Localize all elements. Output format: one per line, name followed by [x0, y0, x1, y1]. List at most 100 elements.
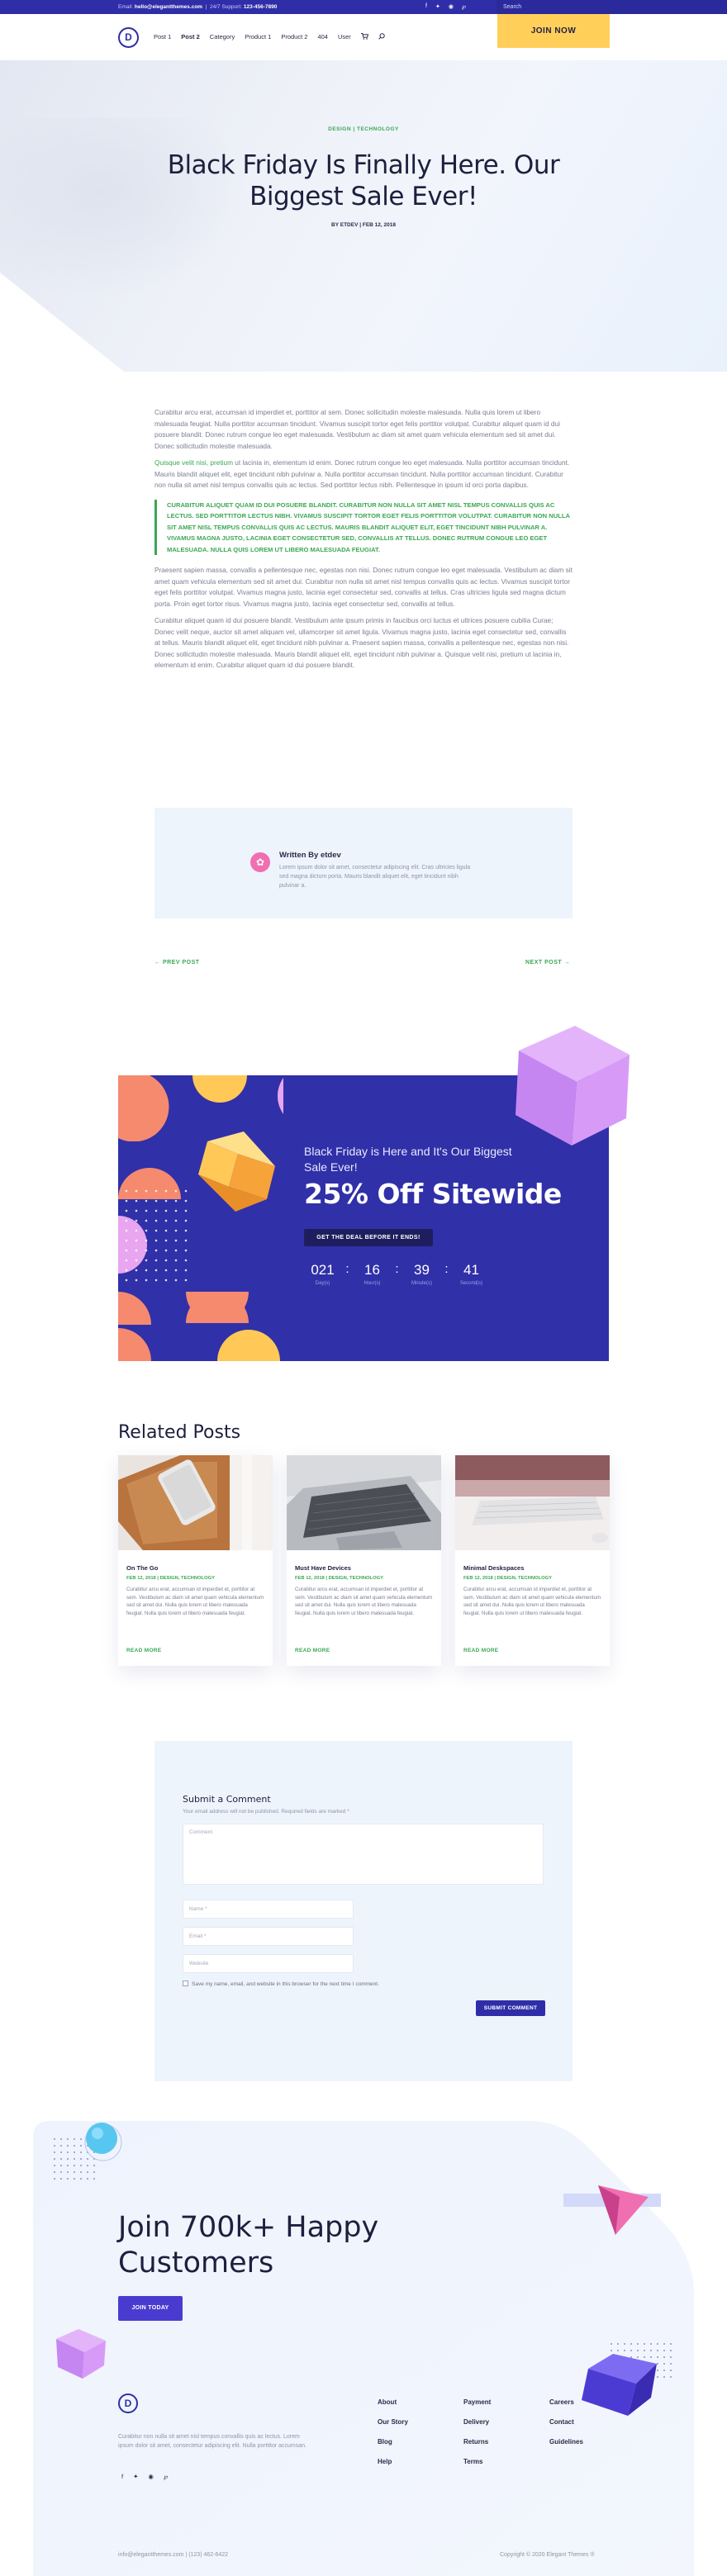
countdown-label: Day(s)	[315, 1281, 330, 1286]
website-field[interactable]: Website	[183, 1954, 354, 1973]
paragraph: Curabitur arcu erat, accumsan id imperdi…	[154, 408, 560, 450]
footer: Join 700k+ Happy Customers JOIN TODAY D …	[0, 2104, 727, 2576]
footer-link-about[interactable]: About	[378, 2393, 408, 2412]
footer-background	[33, 2121, 694, 2576]
instagram-icon[interactable]: ◉	[148, 2473, 154, 2480]
nav-item-post-1[interactable]: Post 1	[154, 33, 171, 41]
promo-subtitle: Black Friday is Here and It's Our Bigges…	[304, 1145, 512, 1174]
promo-decorative-shapes	[118, 1075, 283, 1361]
post-thumbnail[interactable]	[287, 1455, 441, 1550]
comment-textarea[interactable]: Comment	[183, 1824, 544, 1885]
footer-link-delivery[interactable]: Delivery	[463, 2412, 491, 2432]
post-content: Curabitur arcu erat, accumsan id imperdi…	[154, 407, 573, 677]
post-title[interactable]: On The Go	[126, 1564, 158, 1572]
search-input[interactable]: Search	[497, 0, 727, 14]
email-link[interactable]: hello@elegantthemes.com	[135, 4, 202, 10]
countdown-label: Hour(s)	[364, 1281, 381, 1286]
website-placeholder: Website	[189, 1961, 209, 1966]
main-nav: Post 1 Post 2 Category Product 1 Product…	[154, 33, 385, 41]
footer-link-payment[interactable]: Payment	[463, 2393, 491, 2412]
prev-post-link[interactable]: ← PREV POST	[154, 960, 200, 965]
email-label: Email:	[118, 4, 134, 10]
footer-link-terms[interactable]: Terms	[463, 2452, 491, 2472]
footer-link-careers[interactable]: Careers	[549, 2393, 583, 2412]
countdown-minutes: 39 Minute(s)	[403, 1262, 440, 1286]
get-deal-button[interactable]: GET THE DEAL BEFORE IT ENDS!	[304, 1229, 433, 1246]
submit-comment-button[interactable]: SUBMIT COMMENT	[476, 2000, 545, 2016]
nav-item-product-2[interactable]: Product 2	[281, 33, 307, 41]
footer-link-our-story[interactable]: Our Story	[378, 2412, 408, 2432]
nav-item-404[interactable]: 404	[317, 33, 328, 41]
purple-cube-icon	[516, 1026, 630, 1146]
save-info-checkbox[interactable]: Save my name, email, and website in this…	[183, 1981, 379, 1987]
paragraph: Quisque velit nisi, pretium ut lacinia i…	[154, 458, 573, 491]
related-post-card[interactable]: On The Go FEB 12, 2018 | DESIGN, TECHNOL…	[118, 1455, 273, 1666]
search-icon[interactable]	[378, 33, 385, 41]
pinterest-icon[interactable]: ℘	[462, 3, 466, 10]
page: Email: hello@elegantthemes.com | 24/7 Su…	[0, 0, 727, 2576]
countdown-seconds: 41 Second(s)	[453, 1262, 490, 1286]
name-field[interactable]: Name *	[183, 1900, 354, 1919]
footer-link-returns[interactable]: Returns	[463, 2432, 491, 2452]
post-title[interactable]: Minimal Deskspaces	[463, 1564, 524, 1572]
comment-form-note: Your email address will not be published…	[183, 1809, 349, 1815]
facebook-icon[interactable]: f	[425, 3, 427, 10]
nav-item-post-2[interactable]: Post 2	[181, 33, 200, 41]
author-bio: Lorem ipsum dolor sit amet, consectetur …	[279, 865, 471, 889]
read-more-link[interactable]: READ MORE	[126, 1648, 161, 1653]
post-category[interactable]: DESIGN | TECHNOLOGY	[0, 126, 727, 132]
twitter-icon[interactable]: ✦	[435, 3, 440, 10]
instagram-icon[interactable]: ◉	[449, 3, 454, 10]
footer-headline: Join 700k+ Happy Customers	[118, 2211, 379, 2279]
footer-links-col-2: Payment Delivery Returns Terms	[463, 2393, 491, 2472]
footer-link-contact[interactable]: Contact	[549, 2412, 583, 2432]
footer-link-help[interactable]: Help	[378, 2452, 408, 2472]
separator: |	[203, 4, 209, 10]
next-post-link[interactable]: NEXT POST →	[525, 960, 570, 965]
related-posts-title: Related Posts	[118, 1422, 241, 1443]
site-logo[interactable]: D	[118, 27, 139, 48]
countdown-separator: :	[395, 1262, 399, 1276]
join-now-button[interactable]: JOIN NOW	[497, 14, 610, 48]
comment-form: Submit a Comment Your email address will…	[154, 1741, 573, 2081]
yellow-cube-icon	[198, 1131, 275, 1212]
post-title: Black Friday Is Finally Here. Our Bigges…	[167, 150, 560, 211]
hero-angle-divider	[0, 273, 124, 372]
author-avatar: ✿	[250, 852, 270, 872]
related-post-card[interactable]: Must Have Devices FEB 12, 2018 | DESIGN,…	[287, 1455, 441, 1666]
footer-link-blog[interactable]: Blog	[378, 2432, 408, 2452]
pinterest-icon[interactable]: ℘	[164, 2473, 168, 2480]
footer-description: Curabitur non nulla sit amet nisl tempus…	[118, 2434, 306, 2449]
countdown-value: 41	[463, 1262, 479, 1278]
join-today-button[interactable]: JOIN TODAY	[118, 2296, 183, 2321]
paragraph: Curabitur aliquet quam id dui posuere bl…	[154, 616, 569, 669]
countdown-value: 021	[311, 1262, 335, 1278]
facebook-icon[interactable]: f	[121, 2473, 123, 2480]
footer-logo[interactable]: D	[118, 2393, 138, 2413]
promo-headline: 25% Off Sitewide	[304, 1178, 562, 1210]
countdown-hours: 16 Hour(s)	[354, 1262, 391, 1286]
cart-icon[interactable]	[360, 33, 368, 41]
email-field[interactable]: Email *	[183, 1927, 354, 1946]
checkbox-box[interactable]	[183, 1981, 188, 1986]
countdown-separator: :	[345, 1262, 349, 1276]
post-thumbnail[interactable]	[118, 1455, 273, 1550]
post-title[interactable]: Must Have Devices	[295, 1564, 351, 1572]
support-label: 24/7 Support:	[210, 4, 243, 10]
footer-link-guidelines[interactable]: Guidelines	[549, 2432, 583, 2452]
checkbox-label: Save my name, email, and website in this…	[192, 1981, 379, 1987]
read-more-link[interactable]: READ MORE	[463, 1648, 498, 1653]
nav-item-category[interactable]: Category	[210, 33, 235, 41]
related-post-card[interactable]: Minimal Deskspaces FEB 12, 2018 | DESIGN…	[455, 1455, 610, 1666]
main-header: D Post 1 Post 2 Category Product 1 Produ…	[0, 14, 727, 60]
inline-link[interactable]: Quisque velit nisi, pretium	[154, 458, 233, 467]
nav-item-product-1[interactable]: Product 1	[245, 33, 271, 41]
read-more-link[interactable]: READ MORE	[295, 1648, 330, 1653]
comment-placeholder: Comment	[189, 1829, 213, 1835]
hero: DESIGN | TECHNOLOGY Black Friday Is Fina…	[0, 60, 727, 372]
nav-item-user[interactable]: User	[338, 33, 351, 41]
phone-link[interactable]: 123-456-7890	[244, 4, 277, 10]
post-thumbnail[interactable]	[455, 1455, 610, 1550]
twitter-icon[interactable]: ✦	[133, 2473, 138, 2480]
post-excerpt: Curabitur arcu erat, accumsan id imperdi…	[126, 1587, 264, 1616]
